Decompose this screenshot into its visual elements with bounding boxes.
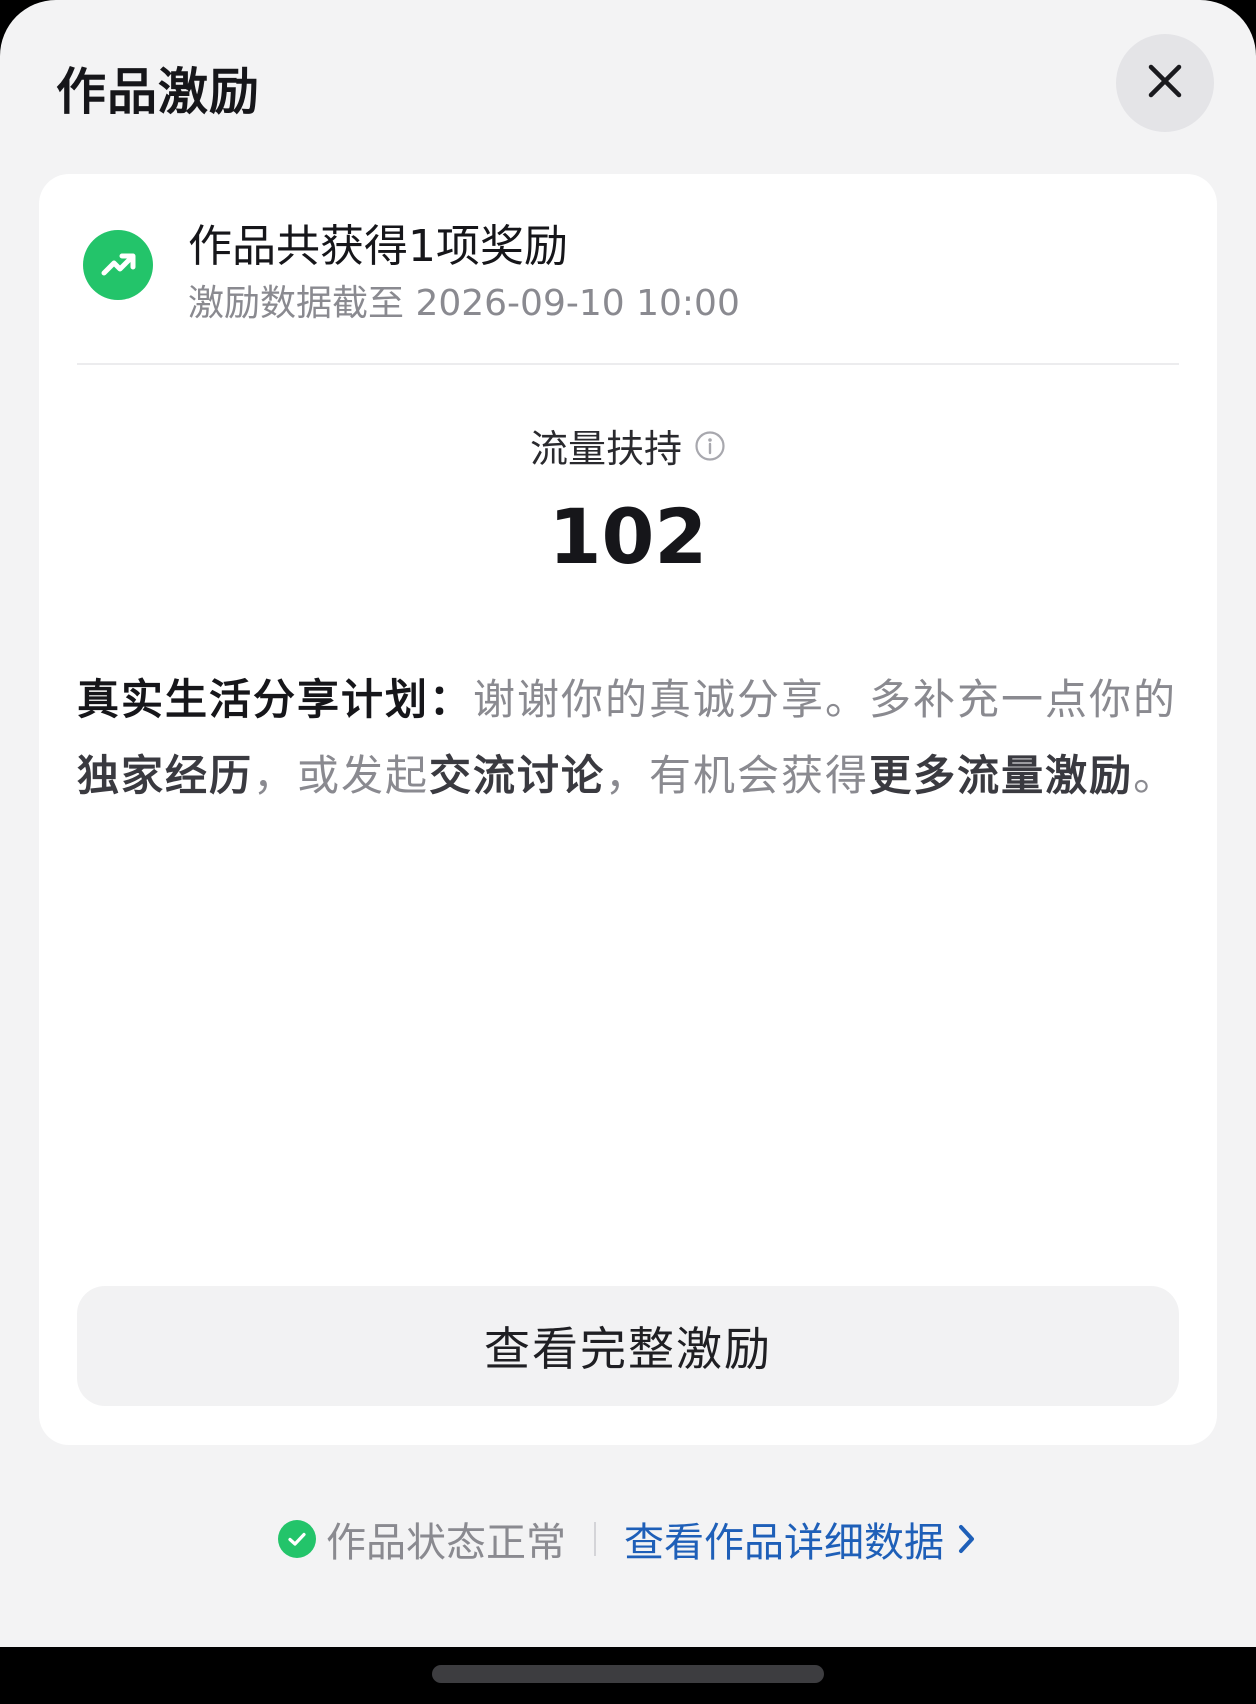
info-icon[interactable]: [694, 430, 726, 462]
view-detail-data-link[interactable]: 查看作品详细数据: [624, 1510, 978, 1568]
work-status-text: 作品状态正常: [326, 1520, 566, 1566]
divider: [77, 363, 1179, 365]
close-icon: [1145, 61, 1185, 105]
check-circle-icon: [278, 1520, 316, 1558]
award-data-date: 激励数据截至 2026-09-10 10:00: [188, 283, 740, 324]
footer: 作品状态正常 查看作品详细数据: [0, 1510, 1256, 1568]
description-highlight: 更多流量激励: [869, 751, 1134, 800]
close-button[interactable]: [1116, 34, 1214, 132]
footer-divider: [594, 1522, 596, 1556]
description-text: 。: [1133, 751, 1178, 800]
detail-link-label: 查看作品详细数据: [624, 1520, 944, 1566]
description-lead: 真实生活分享计划：: [77, 675, 474, 724]
description-highlight: 独家经历: [77, 751, 254, 800]
incentive-card: 作品共获得1项奖励 激励数据截至 2026-09-10 10:00 流量扶持 1…: [39, 174, 1217, 1445]
home-indicator[interactable]: [432, 1665, 824, 1683]
incentive-sheet: 作品激励 作品共获得1项奖励 激励数据截至 2026-09-10 10:00 流…: [0, 0, 1256, 1647]
description-text: 谢谢你的真诚分享。多补充一点你的: [473, 675, 1178, 724]
sheet-title: 作品激励: [56, 63, 260, 121]
incentive-description: 真实生活分享计划：谢谢你的真诚分享。多补充一点你的独家经历，或发起交流讨论，有机…: [77, 662, 1181, 814]
trending-up-icon: [83, 230, 153, 300]
metric-header: 流量扶持: [39, 418, 1217, 473]
description-highlight: 交流讨论: [429, 751, 606, 800]
metric-label: 流量扶持: [529, 427, 682, 471]
view-full-incentive-button[interactable]: 查看完整激励: [77, 1286, 1179, 1406]
award-title: 作品共获得1项奖励: [188, 221, 568, 272]
description-text: ，有机会获得: [605, 751, 870, 800]
metric-value: 102: [548, 492, 708, 581]
chevron-right-icon: [956, 1521, 978, 1557]
description-text: ，或发起: [253, 751, 430, 800]
